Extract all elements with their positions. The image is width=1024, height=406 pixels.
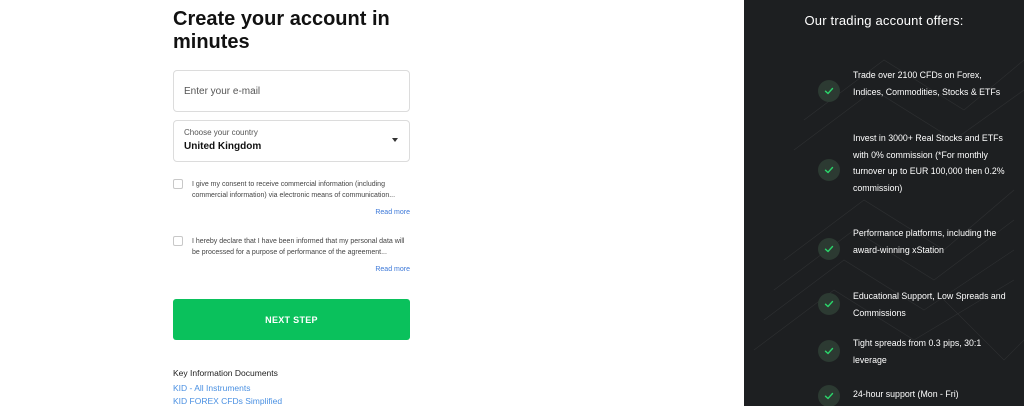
offer-text: Tight spreads from 0.3 pips, 30:1 levera… (853, 338, 982, 365)
marketing-consent-text: I give my consent to receive commercial … (192, 181, 396, 199)
check-icon (818, 159, 840, 181)
check-icon (818, 238, 840, 260)
key-information-documents: Key Information Documents KID - All Inst… (173, 368, 413, 406)
signup-form-panel: Create your account in minutes Choose yo… (0, 0, 744, 406)
check-icon (818, 385, 840, 406)
offer-text: Performance platforms, including the awa… (853, 228, 997, 255)
kid-link-forex-cfds[interactable]: KID FOREX CFDs Simplified (173, 395, 413, 406)
check-icon (818, 340, 840, 362)
chevron-down-icon (392, 138, 398, 142)
offer-text: Invest in 3000+ Real Stocks and ETFs wit… (853, 133, 1005, 193)
data-processing-consent-text: I hereby declare that I have been inform… (192, 238, 405, 256)
check-icon (818, 80, 840, 102)
page-title: Create your account in minutes (173, 8, 390, 53)
offer-text: Trade over 2100 CFDs on Forex, Indices, … (853, 70, 1001, 97)
data-processing-consent-checkbox[interactable] (173, 236, 183, 246)
email-field[interactable] (174, 71, 409, 111)
country-select-label: Choose your country (184, 128, 258, 137)
offer-text: Educational Support, Low Spreads and Com… (853, 291, 1006, 318)
offers-title: Our trading account offers: (804, 13, 964, 28)
country-select-value: United Kingdom (184, 141, 262, 152)
next-step-button[interactable]: NEXT STEP (173, 299, 410, 340)
kid-link-all-instruments[interactable]: KID - All Instruments (173, 382, 413, 395)
offer-text: 24-hour support (Mon - Fri) (853, 389, 959, 399)
data-processing-consent-read-more-link[interactable]: Read more (375, 266, 410, 273)
check-icon (818, 293, 840, 315)
email-field-wrapper (173, 70, 410, 112)
kid-heading: Key Information Documents (173, 368, 278, 378)
offers-panel: Our trading account offers: Trade over 2… (744, 0, 1024, 406)
marketing-consent-checkbox[interactable] (173, 179, 183, 189)
country-select[interactable]: Choose your country United Kingdom (173, 120, 410, 162)
marketing-consent-read-more-link[interactable]: Read more (375, 209, 410, 216)
